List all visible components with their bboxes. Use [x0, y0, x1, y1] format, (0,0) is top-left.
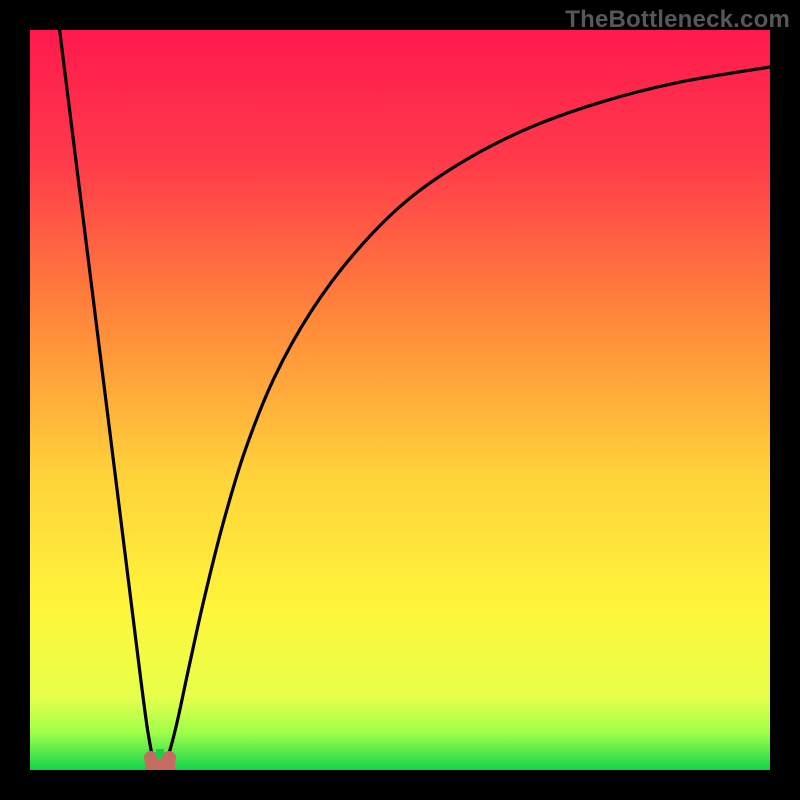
- minimum-marker-notch: [156, 749, 164, 759]
- curve-left-branch: [60, 30, 155, 764]
- plot-area: [30, 30, 770, 770]
- bottleneck-curve: [30, 30, 770, 770]
- chart-frame: TheBottleneck.com: [0, 0, 800, 800]
- curve-right-branch: [165, 67, 770, 764]
- minimum-marker-icon: [145, 755, 175, 770]
